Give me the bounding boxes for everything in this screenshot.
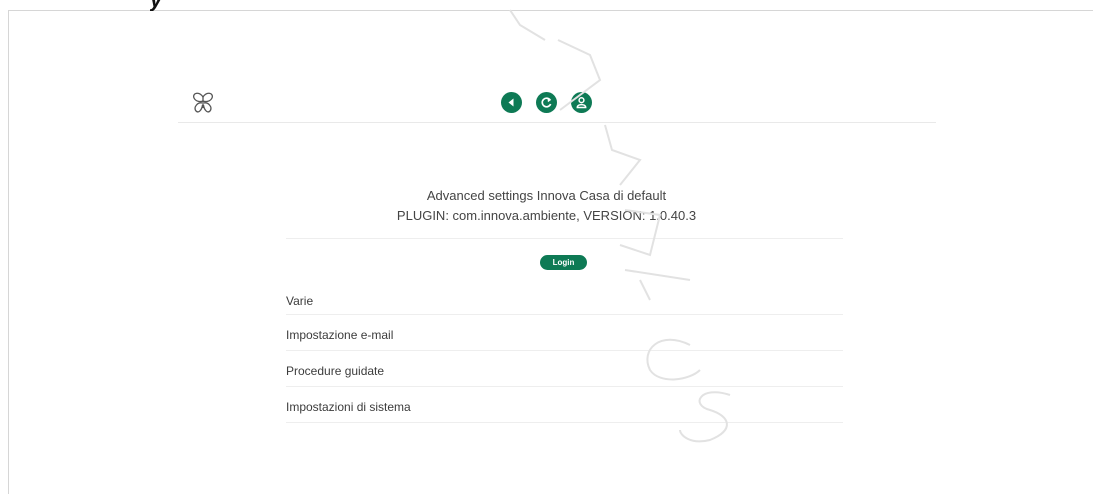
menu-divider: [286, 386, 843, 387]
plugin-version-info: PLUGIN: com.innova.ambiente, VERSION: 1.…: [396, 208, 697, 223]
login-button[interactable]: Login: [540, 255, 587, 270]
refresh-icon: [541, 97, 552, 108]
user-button[interactable]: [571, 92, 592, 113]
menu-item-email-settings[interactable]: Impostazione e-mail: [286, 328, 843, 342]
user-icon: [576, 97, 587, 109]
back-button[interactable]: [501, 92, 522, 113]
menu-divider: [286, 350, 843, 351]
menu-divider: [286, 314, 843, 315]
butterfly-icon: [193, 92, 213, 113]
menu-item-system-settings[interactable]: Impostazioni di sistema: [286, 400, 843, 414]
title-divider: [286, 238, 843, 239]
page-title: Advanced settings Innova Casa di default: [426, 188, 667, 203]
menu-item-guided-procedures[interactable]: Procedure guidate: [286, 364, 843, 378]
header-divider: [178, 122, 936, 123]
cropped-title-fragment: y: [150, 0, 240, 11]
menu-divider: [286, 422, 843, 423]
menu-item-varie[interactable]: Varie: [286, 294, 843, 308]
refresh-button[interactable]: [536, 92, 557, 113]
back-arrow-icon: [508, 98, 514, 107]
